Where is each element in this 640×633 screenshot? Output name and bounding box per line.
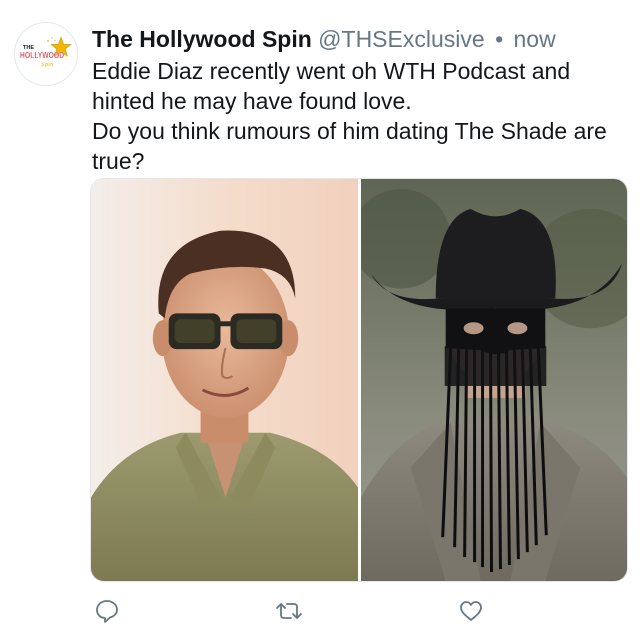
tweet[interactable]: THE HOLLYWOOD Spin The Hollywood Spin @T… [0, 0, 640, 633]
retweet-button[interactable] [274, 596, 304, 626]
heart-outline-icon [460, 601, 482, 621]
tweet-text-line: Eddie Diaz recently went oh WTH Podcast … [92, 58, 571, 114]
logo-script-text: Spin [41, 62, 54, 68]
like-button[interactable] [456, 596, 486, 626]
tweet-text-line: Do you think rumours of him dating The S… [92, 118, 607, 174]
tweet-actions [90, 596, 628, 626]
tweet-text: Eddie Diaz recently went oh WTH Podcast … [92, 56, 632, 176]
hollywood-spin-logo: THE HOLLYWOOD Spin [15, 23, 77, 85]
display-name[interactable]: The Hollywood Spin [92, 26, 312, 52]
retweet-arrows-icon [276, 603, 302, 619]
photo-man-sunglasses[interactable] [91, 179, 358, 581]
logo-main-text: HOLLYWOOD [20, 51, 64, 60]
user-handle[interactable]: @THSExclusive [318, 26, 485, 52]
tweet-header: The Hollywood Spin @THSExclusive • now [92, 24, 556, 54]
reply-bubble-icon [96, 600, 118, 623]
reply-button[interactable] [92, 596, 122, 626]
separator-dot: • [495, 26, 504, 52]
avatar[interactable]: THE HOLLYWOOD Spin [14, 22, 78, 86]
photo-masked-cowboy[interactable] [360, 179, 627, 581]
timestamp[interactable]: now [514, 26, 556, 52]
tweet-media[interactable] [90, 178, 628, 582]
